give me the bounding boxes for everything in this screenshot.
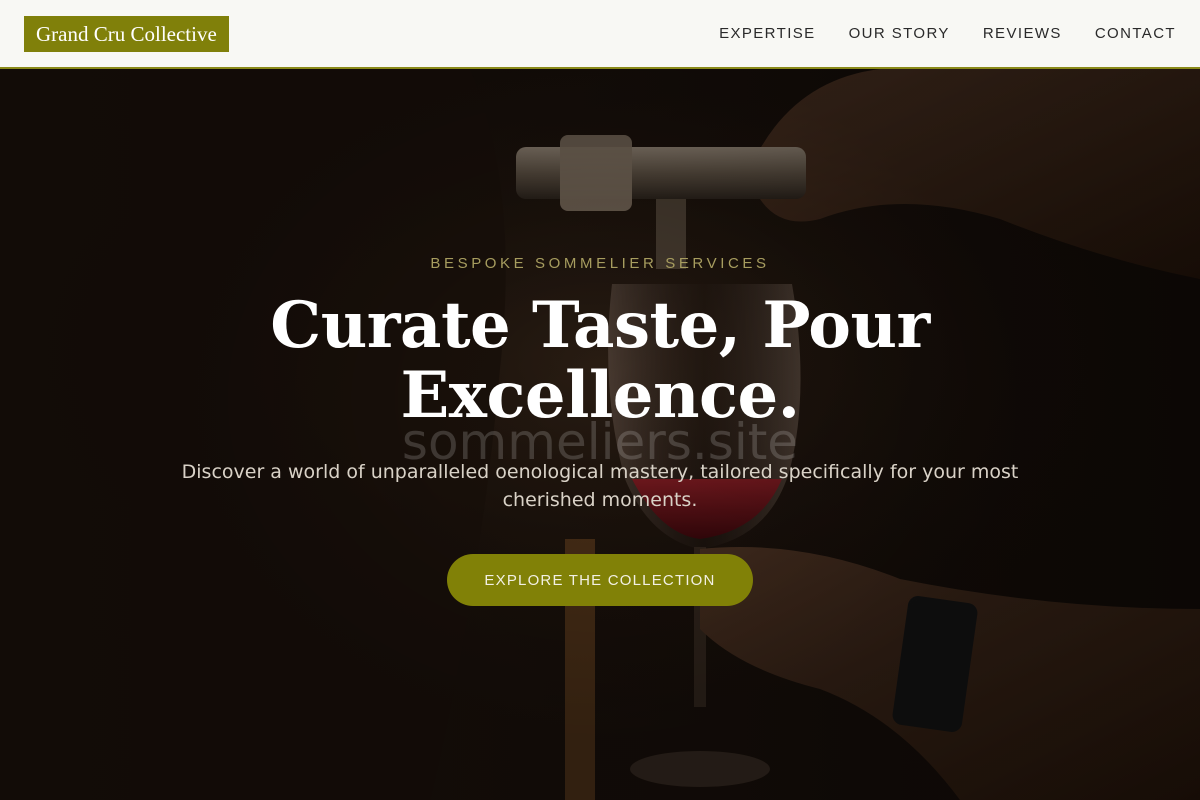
nav-item-reviews[interactable]: REVIEWS <box>983 23 1062 45</box>
explore-collection-button[interactable]: EXPLORE THE COLLECTION <box>447 554 753 606</box>
hero-section: BESPOKE SOMMELIER SERVICES Curate Taste,… <box>0 69 1200 800</box>
hero-headline: Curate Taste, Pour Excellence. <box>270 288 930 433</box>
hero-eyebrow: BESPOKE SOMMELIER SERVICES <box>430 255 770 272</box>
site-header: Grand Cru Collective EXPERTISE OUR STORY… <box>0 0 1200 69</box>
main-nav: EXPERTISE OUR STORY REVIEWS CONTACT <box>719 23 1176 45</box>
hero-subtitle: Discover a world of unparalleled oenolog… <box>181 461 1019 511</box>
nav-item-our-story[interactable]: OUR STORY <box>849 23 950 45</box>
brand-logo[interactable]: Grand Cru Collective <box>24 16 229 52</box>
nav-item-contact[interactable]: CONTACT <box>1095 23 1176 45</box>
nav-item-expertise[interactable]: EXPERTISE <box>719 23 816 45</box>
